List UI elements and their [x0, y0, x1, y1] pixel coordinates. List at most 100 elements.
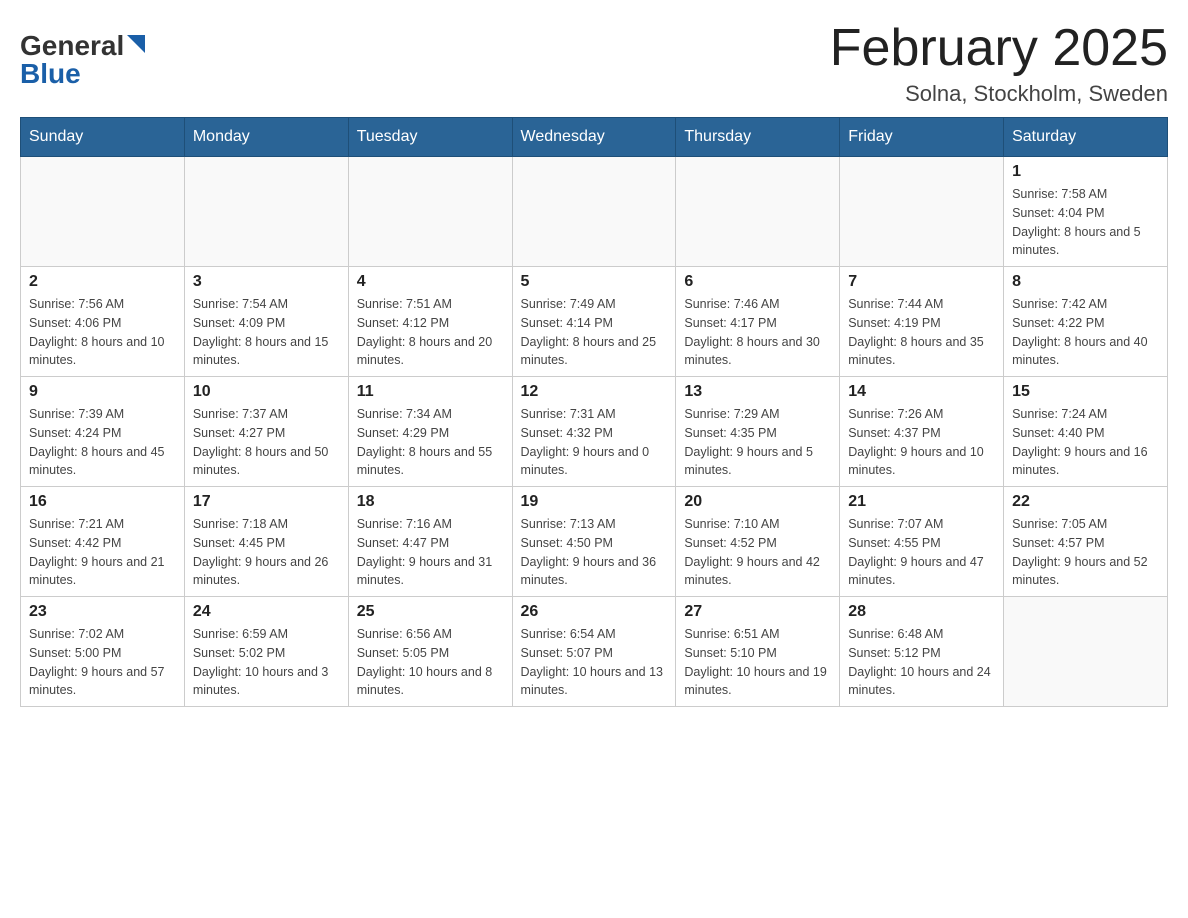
day-number: 18 — [357, 493, 504, 511]
day-number: 4 — [357, 273, 504, 291]
day-info: Sunrise: 6:54 AMSunset: 5:07 PMDaylight:… — [521, 625, 668, 700]
day-number: 13 — [684, 383, 831, 401]
sunrise-text: Sunrise: 7:42 AM — [1012, 295, 1159, 314]
calendar-cell: 22Sunrise: 7:05 AMSunset: 4:57 PMDayligh… — [1004, 487, 1168, 597]
day-number: 5 — [521, 273, 668, 291]
sunset-text: Sunset: 4:14 PM — [521, 314, 668, 333]
daylight-text: Daylight: 9 hours and 42 minutes. — [684, 553, 831, 591]
sunrise-text: Sunrise: 7:21 AM — [29, 515, 176, 534]
day-info: Sunrise: 7:13 AMSunset: 4:50 PMDaylight:… — [521, 515, 668, 590]
day-number: 10 — [193, 383, 340, 401]
calendar-week-2: 2 Sunrise: 7:56 AMSunset: 4:06 PMDaylight… — [21, 267, 1168, 377]
day-info: Sunrise: 7:56 AMSunset: 4:06 PMDaylight:… — [29, 295, 176, 370]
calendar-week-5: 23Sunrise: 7:02 AMSunset: 5:00 PMDayligh… — [21, 597, 1168, 707]
calendar-cell: 6 Sunrise: 7:46 AMSunset: 4:17 PMDaylight… — [676, 267, 840, 377]
day-number: 8 — [1012, 273, 1159, 291]
sunrise-text: Sunrise: 7:58 AM — [1012, 185, 1159, 204]
daylight-text: Daylight: 10 hours and 13 minutes. — [521, 663, 668, 701]
sunset-text: Sunset: 4:50 PM — [521, 534, 668, 553]
calendar-week-4: 16Sunrise: 7:21 AMSunset: 4:42 PMDayligh… — [21, 487, 1168, 597]
calendar-cell: 12Sunrise: 7:31 AMSunset: 4:32 PMDayligh… — [512, 377, 676, 487]
day-number: 6 — [684, 273, 831, 291]
logo: General Blue — [20, 20, 145, 90]
sunset-text: Sunset: 5:12 PM — [848, 644, 995, 663]
calendar-cell: 10Sunrise: 7:37 AMSunset: 4:27 PMDayligh… — [184, 377, 348, 487]
daylight-text: Daylight: 8 hours and 35 minutes. — [848, 333, 995, 371]
day-info: Sunrise: 7:46 AMSunset: 4:17 PMDaylight:… — [684, 295, 831, 370]
calendar-cell: 14 Sunrise: 7:26 AMSunset: 4:37 PMDayligh… — [840, 377, 1004, 487]
daylight-text: Daylight: 8 hours and 40 minutes. — [1012, 333, 1159, 371]
calendar-cell: 13 Sunrise: 7:29 AMSunset: 4:35 PMDayligh… — [676, 377, 840, 487]
weekday-header-tuesday: Tuesday — [348, 118, 512, 157]
daylight-text: Daylight: 8 hours and 30 minutes. — [684, 333, 831, 371]
daylight-text: Daylight: 9 hours and 10 minutes. — [848, 443, 995, 481]
day-info: Sunrise: 7:54 AMSunset: 4:09 PMDaylight:… — [193, 295, 340, 370]
day-info: Sunrise: 7:24 AMSunset: 4:40 PMDaylight:… — [1012, 405, 1159, 480]
sunset-text: Sunset: 4:55 PM — [848, 534, 995, 553]
sunrise-text: Sunrise: 7:18 AM — [193, 515, 340, 534]
daylight-text: Daylight: 9 hours and 21 minutes. — [29, 553, 176, 591]
calendar-cell: 15Sunrise: 7:24 AMSunset: 4:40 PMDayligh… — [1004, 377, 1168, 487]
calendar-cell: 26Sunrise: 6:54 AMSunset: 5:07 PMDayligh… — [512, 597, 676, 707]
sunset-text: Sunset: 5:07 PM — [521, 644, 668, 663]
daylight-text: Daylight: 9 hours and 52 minutes. — [1012, 553, 1159, 591]
sunrise-text: Sunrise: 7:56 AM — [29, 295, 176, 314]
daylight-text: Daylight: 8 hours and 5 minutes. — [1012, 223, 1159, 261]
day-number: 2 — [29, 273, 176, 291]
sunset-text: Sunset: 4:32 PM — [521, 424, 668, 443]
sunset-text: Sunset: 4:12 PM — [357, 314, 504, 333]
sunset-text: Sunset: 4:52 PM — [684, 534, 831, 553]
daylight-text: Daylight: 9 hours and 0 minutes. — [521, 443, 668, 481]
calendar-cell: 28Sunrise: 6:48 AMSunset: 5:12 PMDayligh… — [840, 597, 1004, 707]
day-number: 20 — [684, 493, 831, 511]
day-info: Sunrise: 7:16 AMSunset: 4:47 PMDaylight:… — [357, 515, 504, 590]
calendar-cell: 3Sunrise: 7:54 AMSunset: 4:09 PMDaylight… — [184, 267, 348, 377]
calendar-cell: 16Sunrise: 7:21 AMSunset: 4:42 PMDayligh… — [21, 487, 185, 597]
sunrise-text: Sunrise: 7:34 AM — [357, 405, 504, 424]
day-number: 7 — [848, 273, 995, 291]
sunrise-text: Sunrise: 7:13 AM — [521, 515, 668, 534]
sunset-text: Sunset: 4:37 PM — [848, 424, 995, 443]
title-section: February 2025 Solna, Stockholm, Sweden — [830, 20, 1168, 107]
day-number: 21 — [848, 493, 995, 511]
weekday-header-monday: Monday — [184, 118, 348, 157]
calendar-cell: 11Sunrise: 7:34 AMSunset: 4:29 PMDayligh… — [348, 377, 512, 487]
weekday-header-friday: Friday — [840, 118, 1004, 157]
page-header: General Blue February 2025 Solna, Stockh… — [20, 20, 1168, 107]
day-info: Sunrise: 7:05 AMSunset: 4:57 PMDaylight:… — [1012, 515, 1159, 590]
day-number: 17 — [193, 493, 340, 511]
sunrise-text: Sunrise: 7:10 AM — [684, 515, 831, 534]
month-title: February 2025 — [830, 20, 1168, 77]
sunset-text: Sunset: 5:02 PM — [193, 644, 340, 663]
daylight-text: Daylight: 8 hours and 15 minutes. — [193, 333, 340, 371]
day-info: Sunrise: 7:21 AMSunset: 4:42 PMDaylight:… — [29, 515, 176, 590]
day-info: Sunrise: 7:29 AMSunset: 4:35 PMDaylight:… — [684, 405, 831, 480]
daylight-text: Daylight: 9 hours and 16 minutes. — [1012, 443, 1159, 481]
sunset-text: Sunset: 5:10 PM — [684, 644, 831, 663]
daylight-text: Daylight: 10 hours and 19 minutes. — [684, 663, 831, 701]
weekday-header-sunday: Sunday — [21, 118, 185, 157]
day-number: 9 — [29, 383, 176, 401]
day-info: Sunrise: 7:02 AMSunset: 5:00 PMDaylight:… — [29, 625, 176, 700]
calendar-week-3: 9Sunrise: 7:39 AMSunset: 4:24 PMDaylight… — [21, 377, 1168, 487]
weekday-header-saturday: Saturday — [1004, 118, 1168, 157]
sunset-text: Sunset: 4:22 PM — [1012, 314, 1159, 333]
sunset-text: Sunset: 4:42 PM — [29, 534, 176, 553]
sunrise-text: Sunrise: 7:39 AM — [29, 405, 176, 424]
daylight-text: Daylight: 8 hours and 20 minutes. — [357, 333, 504, 371]
sunrise-text: Sunrise: 6:59 AM — [193, 625, 340, 644]
day-info: Sunrise: 7:18 AMSunset: 4:45 PMDaylight:… — [193, 515, 340, 590]
day-info: Sunrise: 7:26 AMSunset: 4:37 PMDaylight:… — [848, 405, 995, 480]
sunset-text: Sunset: 4:17 PM — [684, 314, 831, 333]
sunrise-text: Sunrise: 7:26 AM — [848, 405, 995, 424]
daylight-text: Daylight: 9 hours and 26 minutes. — [193, 553, 340, 591]
day-info: Sunrise: 6:56 AMSunset: 5:05 PMDaylight:… — [357, 625, 504, 700]
sunset-text: Sunset: 4:29 PM — [357, 424, 504, 443]
day-info: Sunrise: 6:51 AMSunset: 5:10 PMDaylight:… — [684, 625, 831, 700]
calendar-cell: 1Sunrise: 7:58 AMSunset: 4:04 PMDaylight… — [1004, 157, 1168, 267]
sunset-text: Sunset: 5:05 PM — [357, 644, 504, 663]
day-number: 14 — [848, 383, 995, 401]
daylight-text: Daylight: 10 hours and 8 minutes. — [357, 663, 504, 701]
calendar-cell — [512, 157, 676, 267]
sunrise-text: Sunrise: 7:37 AM — [193, 405, 340, 424]
